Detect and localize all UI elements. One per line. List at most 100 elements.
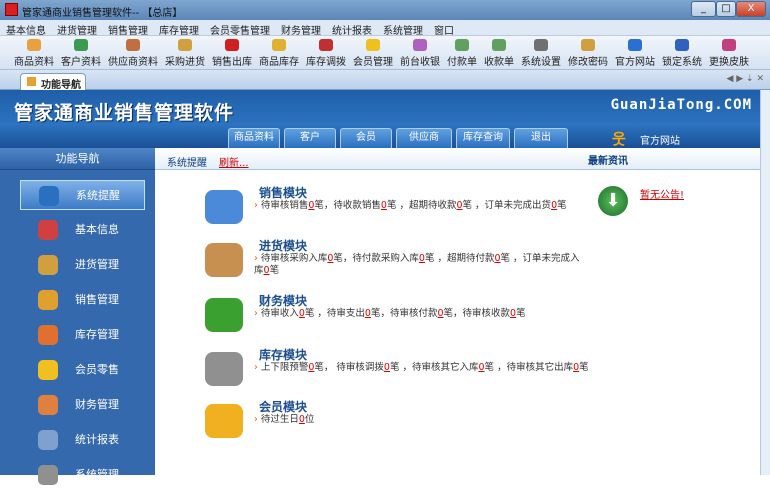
person-icon[interactable]: 웃 bbox=[612, 128, 626, 148]
sidebar-header: 功能导航 bbox=[0, 148, 155, 170]
sidebar-item-label: 进货管理 bbox=[75, 258, 119, 271]
banner-tab[interactable]: 退出 bbox=[514, 128, 568, 148]
sidebar-item[interactable]: 统计报表 bbox=[20, 425, 145, 455]
toolbar-button[interactable]: 销售出库 bbox=[212, 36, 252, 68]
sidebar-item[interactable]: 财务管理 bbox=[20, 390, 145, 420]
menu-item[interactable]: 库存管理 bbox=[153, 20, 204, 37]
sidebar-item[interactable]: 系统提醒 bbox=[20, 180, 145, 210]
sidebar-item-icon bbox=[38, 395, 58, 415]
banner-tab[interactable]: 客户 bbox=[284, 128, 336, 148]
toolbar: 商品资料 客户资料 供应商资料 采购进货 销售出库 商品库存 库存调拨 会员管理 前台收银 付款单… bbox=[0, 36, 770, 70]
toolbar-icon bbox=[272, 39, 286, 51]
menu-item[interactable]: 窗口 bbox=[428, 20, 459, 37]
summary-text: 笔 ，待审支出 bbox=[304, 308, 365, 319]
toolbar-button[interactable]: 更换皮肤 bbox=[709, 36, 749, 68]
sidebar-item[interactable]: 销售管理 bbox=[20, 285, 145, 315]
sidebar-item-label: 销售管理 bbox=[75, 293, 119, 306]
sidebar-item-icon bbox=[38, 430, 58, 450]
nav-icon bbox=[27, 77, 36, 86]
module-summary: › 待审收入0笔 ，待审支出0笔，待审核付款0笔，待审核收款0笔 bbox=[254, 308, 589, 320]
toolbar-label: 库存调拨 bbox=[306, 57, 346, 68]
toolbar-icon bbox=[225, 39, 239, 51]
sidebar-item[interactable]: 系统管理 bbox=[20, 460, 145, 490]
toolbar-label: 锁定系统 bbox=[662, 57, 702, 68]
toolbar-button[interactable]: 锁定系统 bbox=[662, 36, 702, 68]
module-title[interactable]: 进货模块 bbox=[259, 237, 307, 254]
toolbar-button[interactable]: 前台收银 bbox=[400, 36, 440, 68]
sidebar-item[interactable]: 库存管理 bbox=[20, 320, 145, 350]
banner-tab[interactable]: 会员 bbox=[340, 128, 392, 148]
close-button[interactable]: X bbox=[736, 1, 766, 17]
banner-tab[interactable]: 供应商 bbox=[396, 128, 452, 148]
toolbar-button[interactable]: 采购进货 bbox=[165, 36, 205, 68]
module-title[interactable]: 会员模块 bbox=[259, 398, 307, 415]
menu-item[interactable]: 系统管理 bbox=[377, 20, 428, 37]
sidebar-item-icon bbox=[38, 255, 58, 275]
toolbar-button[interactable]: 官方网站 bbox=[615, 36, 655, 68]
toolbar-button[interactable]: 会员管理 bbox=[353, 36, 393, 68]
toolbar-icon bbox=[492, 39, 506, 51]
tab-function-nav[interactable]: 功能导航 bbox=[20, 73, 86, 91]
module-icon bbox=[205, 243, 243, 277]
toolbar-button[interactable]: 商品资料 bbox=[14, 36, 54, 68]
banner-tab[interactable]: 商品资料 bbox=[228, 128, 280, 148]
banner: 管家通商业销售管理软件 GuanJiaTong.COM 商品资料 客户 会员 供应商库… bbox=[0, 90, 760, 148]
toolbar-button[interactable]: 付款单 bbox=[447, 36, 477, 68]
banner-tab[interactable]: 库存查询 bbox=[456, 128, 510, 148]
menu-item[interactable]: 销售管理 bbox=[102, 20, 153, 37]
menu-item[interactable]: 进货管理 bbox=[51, 20, 102, 37]
bullet-icon: › bbox=[254, 362, 261, 373]
menu-item[interactable]: 统计报表 bbox=[326, 20, 377, 37]
refresh-link[interactable]: 刷新... bbox=[219, 154, 249, 169]
summary-text: 笔 ，订单未完成出货 bbox=[462, 200, 552, 211]
scrollbar[interactable] bbox=[760, 90, 770, 475]
toolbar-icon bbox=[722, 39, 736, 51]
toolbar-label: 修改密码 bbox=[568, 57, 608, 68]
sidebar-item-icon bbox=[38, 290, 58, 310]
toolbar-icon bbox=[74, 39, 88, 51]
menu-item[interactable]: 会员零售管理 bbox=[204, 20, 275, 37]
notice-link[interactable]: 暂无公告! bbox=[640, 186, 684, 201]
toolbar-icon bbox=[366, 39, 380, 51]
tab-controls[interactable]: ◀ ▶ ⇣ ✕ bbox=[726, 74, 764, 84]
window-title: 管家通商业销售管理软件-- 【总店】 bbox=[22, 8, 183, 19]
sidebar-item[interactable]: 会员零售 bbox=[20, 355, 145, 385]
module-icon bbox=[205, 404, 243, 438]
toolbar-label: 收款单 bbox=[484, 57, 514, 68]
module-icon bbox=[205, 352, 243, 386]
module-summary: › 待过生日0位 bbox=[254, 414, 589, 426]
summary-text: 笔，待收款销售 bbox=[314, 200, 381, 211]
sidebar-item[interactable]: 基本信息 bbox=[20, 215, 145, 245]
menu-item[interactable]: 基本信息 bbox=[0, 20, 51, 37]
toolbar-button[interactable]: 商品库存 bbox=[259, 36, 299, 68]
sidebar-item[interactable]: 进货管理 bbox=[20, 250, 145, 280]
sidebar-item-label: 基本信息 bbox=[75, 223, 119, 236]
toolbar-icon bbox=[27, 39, 41, 51]
tab-bar: 功能导航 ◀ ▶ ⇣ ✕ bbox=[0, 70, 770, 91]
news-label: 最新资讯 bbox=[588, 156, 628, 167]
toolbar-button[interactable]: 收款单 bbox=[484, 36, 514, 68]
toolbar-button[interactable]: 供应商资料 bbox=[108, 36, 158, 68]
toolbar-button[interactable]: 库存调拨 bbox=[306, 36, 346, 68]
maximize-button[interactable]: □ bbox=[716, 1, 736, 17]
module-title[interactable]: 销售模块 bbox=[259, 184, 307, 201]
summary-text: 笔 ，超期待收款 bbox=[386, 200, 457, 211]
sidebar-item-icon bbox=[38, 465, 58, 485]
toolbar-label: 采购进货 bbox=[165, 57, 205, 68]
module-icon bbox=[205, 298, 243, 332]
toolbar-icon bbox=[413, 39, 427, 51]
sidebar-item-label: 系统提醒 bbox=[76, 189, 120, 202]
summary-text: 笔 ，超期待付款 bbox=[424, 253, 495, 264]
toolbar-button[interactable]: 系统设置 bbox=[521, 36, 561, 68]
module-title[interactable]: 财务模块 bbox=[259, 292, 307, 309]
toolbar-button[interactable]: 修改密码 bbox=[568, 36, 608, 68]
toolbar-label: 供应商资料 bbox=[108, 57, 158, 68]
module-title[interactable]: 库存模块 bbox=[259, 346, 307, 363]
toolbar-button[interactable]: 客户资料 bbox=[61, 36, 101, 68]
official-site-link[interactable]: 官方网站 bbox=[640, 132, 680, 147]
summary-text: 待审核采购入库 bbox=[260, 253, 328, 264]
sidebar-item-label: 会员零售 bbox=[75, 363, 119, 376]
minimize-button[interactable]: _ bbox=[691, 1, 716, 17]
toolbar-icon bbox=[675, 39, 689, 51]
menu-item[interactable]: 财务管理 bbox=[275, 20, 326, 37]
